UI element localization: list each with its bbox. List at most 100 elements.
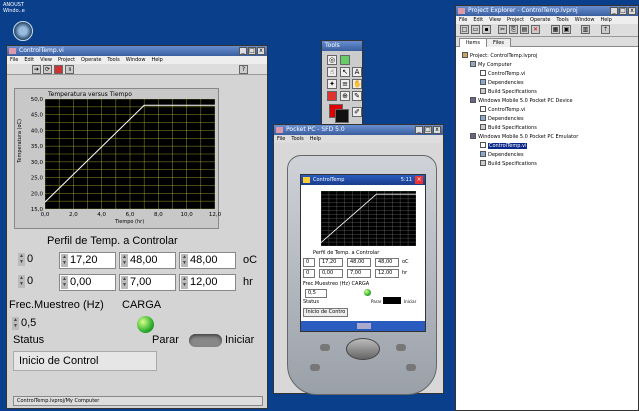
tree-item-project[interactable]: Project: ControlTemp.lvproj [462,52,537,60]
tree-item-ppc-device[interactable]: Windows Mobile 5.0 Pocket PC Device [470,97,573,105]
pe-titlebar[interactable]: Project Explorer - ControlTemp.lvproj _ □… [456,6,638,16]
breakpoint-tool-icon[interactable] [327,91,337,101]
device-temp-2[interactable]: 48,00 [347,258,371,267]
temp-point-1[interactable]: ▲ ▼ 17,20 [59,252,116,269]
maximize-button[interactable]: □ [424,126,432,134]
hw-windows-icon[interactable] [406,364,416,371]
device-frec-input[interactable]: 0,5 [305,289,327,298]
tree-item-build-specs[interactable]: Build Specifications [480,160,537,168]
text-tool-icon[interactable]: A [352,67,362,77]
close-button[interactable]: x [433,126,441,134]
tree-item-dependencies[interactable]: Dependencies [480,79,524,87]
color-tool-icon[interactable]: ✐ [352,107,362,117]
parar-iniciar-switch[interactable] [189,334,222,347]
menu-edit[interactable]: Edit [473,17,483,23]
menu-edit[interactable]: Edit [24,57,34,63]
spinner-icon[interactable]: ▲ ▼ [181,276,188,289]
menu-help[interactable]: Help [151,57,162,63]
device-temp-3[interactable]: 48,00 [375,258,399,267]
keyboard-icon[interactable] [357,323,371,329]
menu-file[interactable]: File [10,57,18,63]
device-switch[interactable] [383,297,401,304]
background-color-icon[interactable] [335,109,349,123]
open-icon[interactable]: ▭ [471,25,480,34]
tab-items[interactable]: Items [459,38,487,47]
labview-titlebar[interactable]: ControlTemp.vi _ □ x [7,46,267,56]
menu-project[interactable]: Project [507,17,524,23]
tree-item-vi[interactable]: ControlTemp.vi [480,70,525,78]
computer-icon[interactable] [13,21,33,41]
tree-item-build-specs[interactable]: Build Specifications [480,124,537,132]
temp-point-3[interactable]: ▲ ▼ 48,00 [179,252,236,269]
spinner-icon[interactable]: ▲ ▼ [181,254,188,267]
windows-flag-icon[interactable] [303,177,310,183]
run-continuous-icon[interactable]: ⟳ [43,65,52,74]
minimize-button[interactable]: _ [415,126,423,134]
auto-tool-icon[interactable]: ◎ [327,55,337,65]
deploy-icon[interactable]: ▣ [562,25,571,34]
menu-view[interactable]: View [40,57,52,63]
device-time-2[interactable]: 7,00 [347,269,371,278]
menu-help[interactable]: Help [310,136,321,142]
hw-right-icon[interactable] [396,344,406,351]
wire-tool-icon[interactable]: ✦ [327,79,337,89]
maximize-button[interactable]: □ [619,7,627,15]
shortcut-tool-icon[interactable]: ≡ [340,79,350,89]
menu-help[interactable]: Help [600,17,611,23]
temp-point-2[interactable]: ▲ ▼ 48,00 [119,252,176,269]
menu-tools[interactable]: Tools [107,57,119,63]
delete-icon[interactable]: ✕ [531,25,540,34]
copy-icon[interactable]: ⎘ [509,25,518,34]
tree-item-my-computer[interactable]: My Computer [470,61,512,69]
tree-item-build-specs[interactable]: Build Specifications [480,88,537,96]
device-time-3[interactable]: 12,00 [375,269,399,278]
minimize-button[interactable]: _ [239,47,247,55]
expand-icon[interactable]: ⇡ [601,25,610,34]
hw-calendar-icon[interactable] [310,364,320,371]
index-spinner-icon[interactable]: ▲ ▼ [18,275,25,288]
menu-window[interactable]: Window [575,17,595,23]
cut-icon[interactable]: ✂ [498,25,507,34]
device-close-icon[interactable]: × [415,176,423,184]
ppc-titlebar[interactable]: Pocket PC - SFD 5.0 _ □ x [274,125,443,135]
close-button[interactable]: x [257,47,265,55]
menu-view[interactable]: View [489,17,501,23]
tree-item-vi-selected[interactable]: ControlTemp.vi [480,142,528,150]
device-temp-1[interactable]: 17,20 [319,258,343,267]
scroll-tool-icon[interactable]: ✋ [352,79,362,89]
menu-operate[interactable]: Operate [81,57,101,63]
index-spinner-icon[interactable]: ▲ ▼ [18,253,25,266]
device-time-1[interactable]: 0,00 [319,269,343,278]
auto-select-icon[interactable] [340,55,350,65]
tree-item-ppc-emulator[interactable]: Windows Mobile 5.0 Pocket PC Emulator [470,133,578,141]
device-row1-index[interactable]: 0 [303,258,315,267]
view-icon[interactable]: ▥ [581,25,590,34]
row2-index[interactable]: ▲ ▼ 0 [17,274,52,291]
menu-operate[interactable]: Operate [530,17,550,23]
hw-left-icon[interactable] [320,344,330,351]
paste-icon[interactable]: ▤ [520,25,529,34]
device-row2-index[interactable]: 0 [303,269,315,278]
menu-tools[interactable]: Tools [291,136,303,142]
menu-file[interactable]: File [277,136,285,142]
spinner-icon[interactable]: ▲ ▼ [12,317,19,330]
tree-item-vi[interactable]: ControlTemp.vi [480,106,525,114]
tab-files[interactable]: Files [486,38,511,47]
menu-window[interactable]: Window [126,57,146,63]
spinner-icon[interactable]: ▲ ▼ [121,254,128,267]
minimize-button[interactable]: _ [610,7,618,15]
frec-input[interactable]: ▲ ▼ 0,5 [11,316,66,333]
operate-tool-icon[interactable]: ☝ [327,67,337,77]
time-point-1[interactable]: ▲ ▼ 0,00 [59,274,116,291]
abort-icon[interactable] [54,65,63,74]
maximize-button[interactable]: □ [248,47,256,55]
position-tool-icon[interactable]: ↖ [340,67,350,77]
time-point-2[interactable]: ▲ ▼ 7,00 [119,274,176,291]
probe-tool-icon[interactable]: ⊕ [340,91,350,101]
time-point-3[interactable]: ▲ ▼ 12,00 [179,274,236,291]
row1-index[interactable]: ▲ ▼ 0 [17,252,52,269]
menu-tools[interactable]: Tools [556,17,568,23]
help-icon[interactable]: ? [239,65,248,74]
run-arrow-icon[interactable]: ➔ [32,65,41,74]
spinner-icon[interactable]: ▲ ▼ [121,276,128,289]
